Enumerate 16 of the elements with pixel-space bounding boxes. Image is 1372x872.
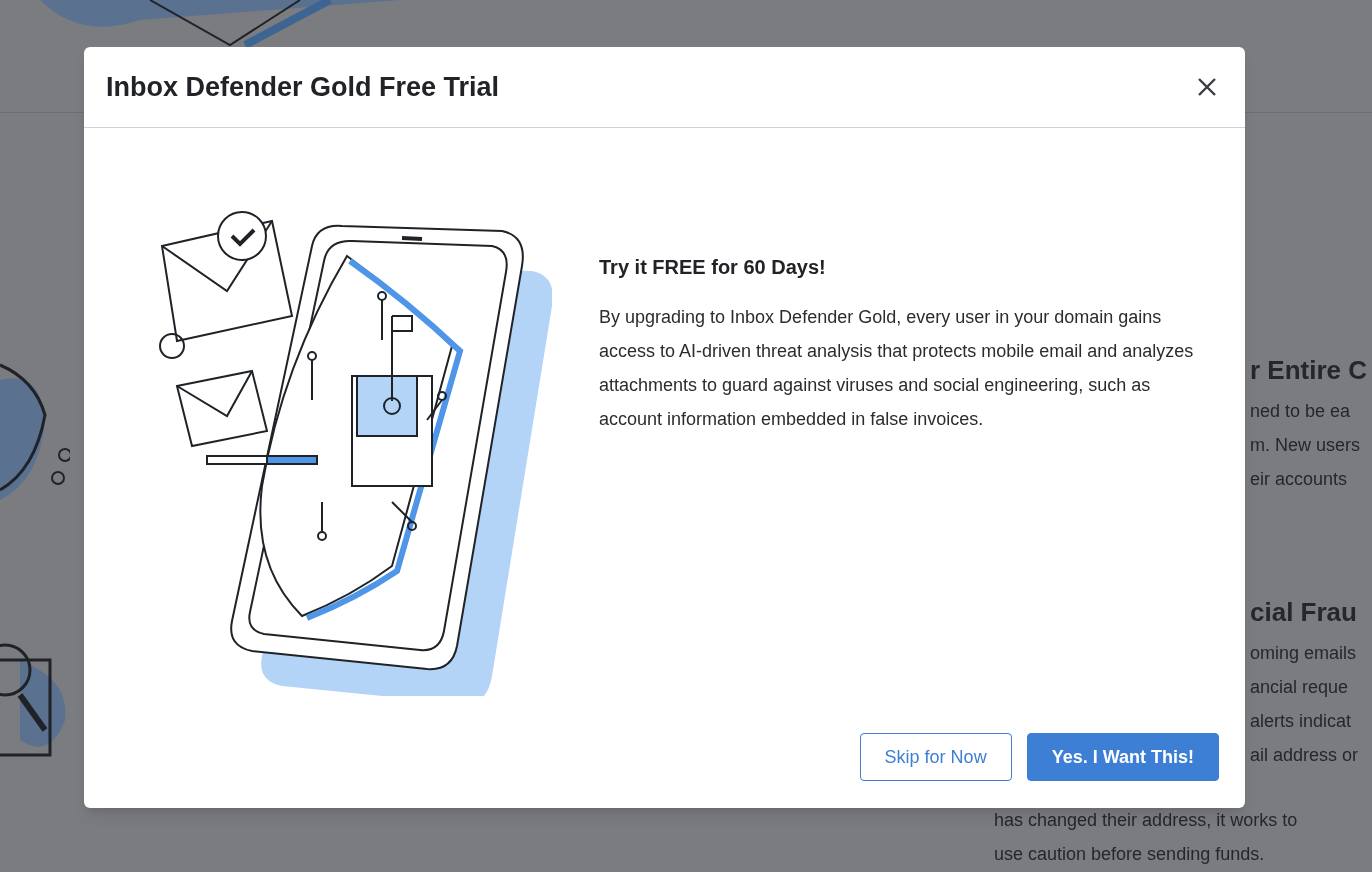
paragraph-line: ancial reque: [1250, 676, 1350, 699]
paragraph-line: eir accounts: [1250, 468, 1349, 491]
paragraph-line: ail address or: [1250, 744, 1360, 767]
offer-heading: Try it FREE for 60 Days!: [599, 255, 827, 280]
paragraph-line: alerts indicat: [1250, 710, 1353, 733]
accept-button[interactable]: Yes. I Want This!: [1026, 733, 1219, 781]
section-heading: r Entire C: [1250, 354, 1369, 387]
paragraph-line: use caution before sending funds.: [994, 843, 1266, 866]
paragraph-line: ned to be ea: [1250, 400, 1352, 423]
section-heading: cial Frau: [1250, 596, 1358, 629]
skip-button[interactable]: Skip for Now: [859, 733, 1012, 781]
offer-description: By upgrading to Inbox Defender Gold, every user in your domain gains access to AI-driven threat analysis that protects mobile email and analyzes attachments to guard against viruses and social engineering, such as account information embedded in false invoices.: [599, 306, 1195, 431]
paragraph-line: has changed their address, it works to: [994, 809, 1298, 832]
paragraph-line: m. New users: [1250, 434, 1362, 457]
paragraph-line: oming emails: [1250, 642, 1358, 665]
dialog-title: Inbox Defender Gold Free Trial: [106, 70, 500, 104]
